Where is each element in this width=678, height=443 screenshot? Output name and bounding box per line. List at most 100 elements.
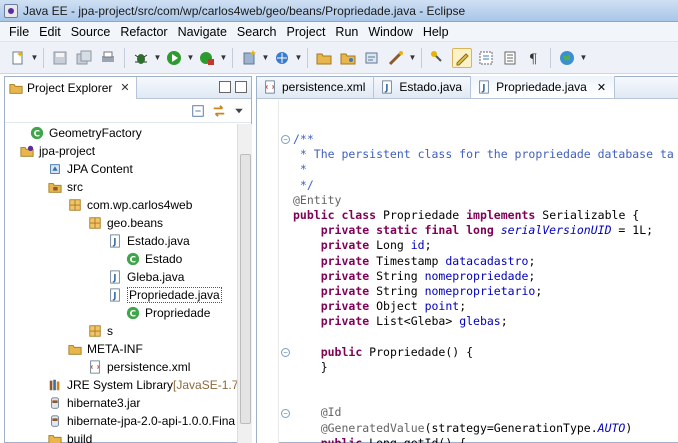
tree-item[interactable]: jpa-project <box>19 142 95 160</box>
save-icon[interactable] <box>50 48 70 68</box>
toggle-link-icon[interactable] <box>386 48 406 68</box>
tree-item[interactable]: src <box>47 178 83 196</box>
code-token: ; <box>459 299 467 314</box>
tree-item[interactable]: J Gleba.java <box>107 268 184 286</box>
editor-tab-label: persistence.xml <box>282 80 366 94</box>
open-resource-icon[interactable] <box>338 48 358 68</box>
menu-refactor[interactable]: Refactor <box>115 25 172 39</box>
publish-icon[interactable] <box>272 48 292 68</box>
tree-item[interactable]: C GeometryFactory <box>29 124 142 142</box>
code-token: ; <box>424 238 432 253</box>
java-file-icon: J <box>107 233 123 249</box>
window-title: Java EE - jpa-project/src/com/wp/carlos4… <box>23 3 466 18</box>
toggle-block-selection-icon[interactable] <box>476 48 496 68</box>
link-with-editor-icon[interactable] <box>211 104 227 118</box>
new-server-icon[interactable] <box>239 48 259 68</box>
toggle-highlight-icon[interactable] <box>452 47 472 68</box>
scrollbar-thumb[interactable] <box>240 154 251 424</box>
tree-item[interactable]: J Estado.java <box>107 232 190 250</box>
debug-icon[interactable] <box>131 48 151 68</box>
code-line: public class Propriedade implements Seri… <box>293 208 678 223</box>
maximize-icon[interactable] <box>235 81 247 93</box>
code-line: private List<Gleba> glebas; <box>293 314 678 329</box>
debug-dropdown-icon[interactable]: ▼ <box>153 53 162 62</box>
globe-icon[interactable] <box>557 48 577 68</box>
toggle-mark-occurrences-icon[interactable] <box>428 48 448 68</box>
tree-item[interactable]: hibernate-jpa-2.0-api-1.0.0.Fina <box>47 412 235 430</box>
editor-tab[interactable]: persistence.xml <box>257 76 375 98</box>
tree-item-decoration: [JavaSE-1.7] <box>173 378 237 392</box>
tree-item[interactable]: s <box>87 322 113 340</box>
tree-item-label: hibernate3.jar <box>67 396 141 410</box>
show-whitespace-icon[interactable] <box>500 48 520 68</box>
tree-item-label: Estado.java <box>127 234 190 248</box>
menu-source[interactable]: Source <box>66 25 116 39</box>
external-tools-icon[interactable] <box>197 48 217 68</box>
close-icon[interactable]: ✕ <box>120 81 129 94</box>
menu-search[interactable]: Search <box>232 25 282 39</box>
java-file-icon: J <box>107 287 123 303</box>
run-icon[interactable] <box>164 48 184 68</box>
fold-toggle-icon[interactable]: − <box>281 408 290 418</box>
tree-item[interactable]: C Propriedade <box>125 304 210 322</box>
menu-help[interactable]: Help <box>418 25 454 39</box>
menu-file[interactable]: File <box>4 25 34 39</box>
save-all-icon[interactable] <box>74 48 94 68</box>
external-tools-dropdown-icon[interactable]: ▼ <box>219 53 228 62</box>
svg-text:J: J <box>481 84 485 94</box>
tree-item[interactable]: C Estado <box>125 250 182 268</box>
code-token: @Id <box>320 405 342 420</box>
menu-run[interactable]: Run <box>330 25 363 39</box>
code-line: private Object point; <box>293 299 678 314</box>
menu-edit[interactable]: Edit <box>34 25 66 39</box>
code-line: @Id <box>293 405 678 420</box>
tree-item-label: Gleba.java <box>127 270 185 284</box>
tree-item-label: Propriedade <box>145 306 211 320</box>
package-icon <box>87 323 103 339</box>
minimize-icon[interactable] <box>219 81 231 93</box>
new-dropdown-icon[interactable]: ▼ <box>30 53 39 62</box>
menu-project[interactable]: Project <box>282 25 331 39</box>
editor-tab-label: Estado.java <box>399 80 463 94</box>
code-editor[interactable]: /** * The persistent class for the propr… <box>293 132 678 443</box>
tree-item[interactable]: hibernate3.jar <box>47 394 140 412</box>
open-task-icon[interactable] <box>362 48 382 68</box>
code-token: ; <box>535 283 543 298</box>
globe-dropdown-icon[interactable]: ▼ <box>579 53 588 62</box>
code-token: public <box>320 435 370 443</box>
tree-item[interactable]: persistence.xml <box>87 358 190 376</box>
new-server-dropdown-icon[interactable]: ▼ <box>261 53 270 62</box>
menu-navigate[interactable]: Navigate <box>173 25 232 39</box>
package-icon <box>67 197 83 213</box>
tree-item[interactable]: geo.beans <box>87 214 163 232</box>
menu-window[interactable]: Window <box>363 25 417 39</box>
print-icon[interactable] <box>98 48 118 68</box>
tree-item[interactable]: com.wp.carlos4web <box>67 196 192 214</box>
code-token: ; <box>500 314 508 329</box>
view-menu-icon[interactable] <box>233 105 245 117</box>
close-icon[interactable]: ✕ <box>597 81 606 94</box>
code-token: Timestamp <box>376 253 446 268</box>
toggle-link-dropdown-icon[interactable]: ▼ <box>408 53 417 62</box>
tree-item[interactable]: J Propriedade.java <box>107 286 222 304</box>
open-type-icon[interactable] <box>314 48 334 68</box>
run-dropdown-icon[interactable]: ▼ <box>186 53 195 62</box>
tree-item-label: hibernate-jpa-2.0-api-1.0.0.Fina <box>67 414 236 428</box>
paragraph-icon[interactable]: ¶ <box>524 48 544 68</box>
tab-project-explorer[interactable]: Project Explorer ✕ <box>5 76 137 99</box>
tree-item[interactable]: build <box>47 430 92 443</box>
editor-tab[interactable]: J Propriedade.java ✕ <box>471 76 616 98</box>
editor-tab[interactable]: J Estado.java <box>374 76 472 98</box>
tree-item[interactable]: JRE System Library [JavaSE-1.7] <box>47 376 237 394</box>
vertical-scrollbar[interactable] <box>237 124 252 443</box>
svg-text:J: J <box>385 84 389 94</box>
publish-dropdown-icon[interactable]: ▼ <box>294 53 303 62</box>
collapse-all-icon[interactable] <box>191 104 205 118</box>
code-token: ; <box>528 253 536 268</box>
new-icon[interactable] <box>8 48 28 68</box>
tree-item[interactable]: META-INF <box>67 340 143 358</box>
fold-toggle-icon[interactable]: − <box>281 135 290 144</box>
fold-toggle-icon[interactable]: − <box>281 347 290 357</box>
tree-item[interactable]: JPA Content <box>47 160 133 178</box>
